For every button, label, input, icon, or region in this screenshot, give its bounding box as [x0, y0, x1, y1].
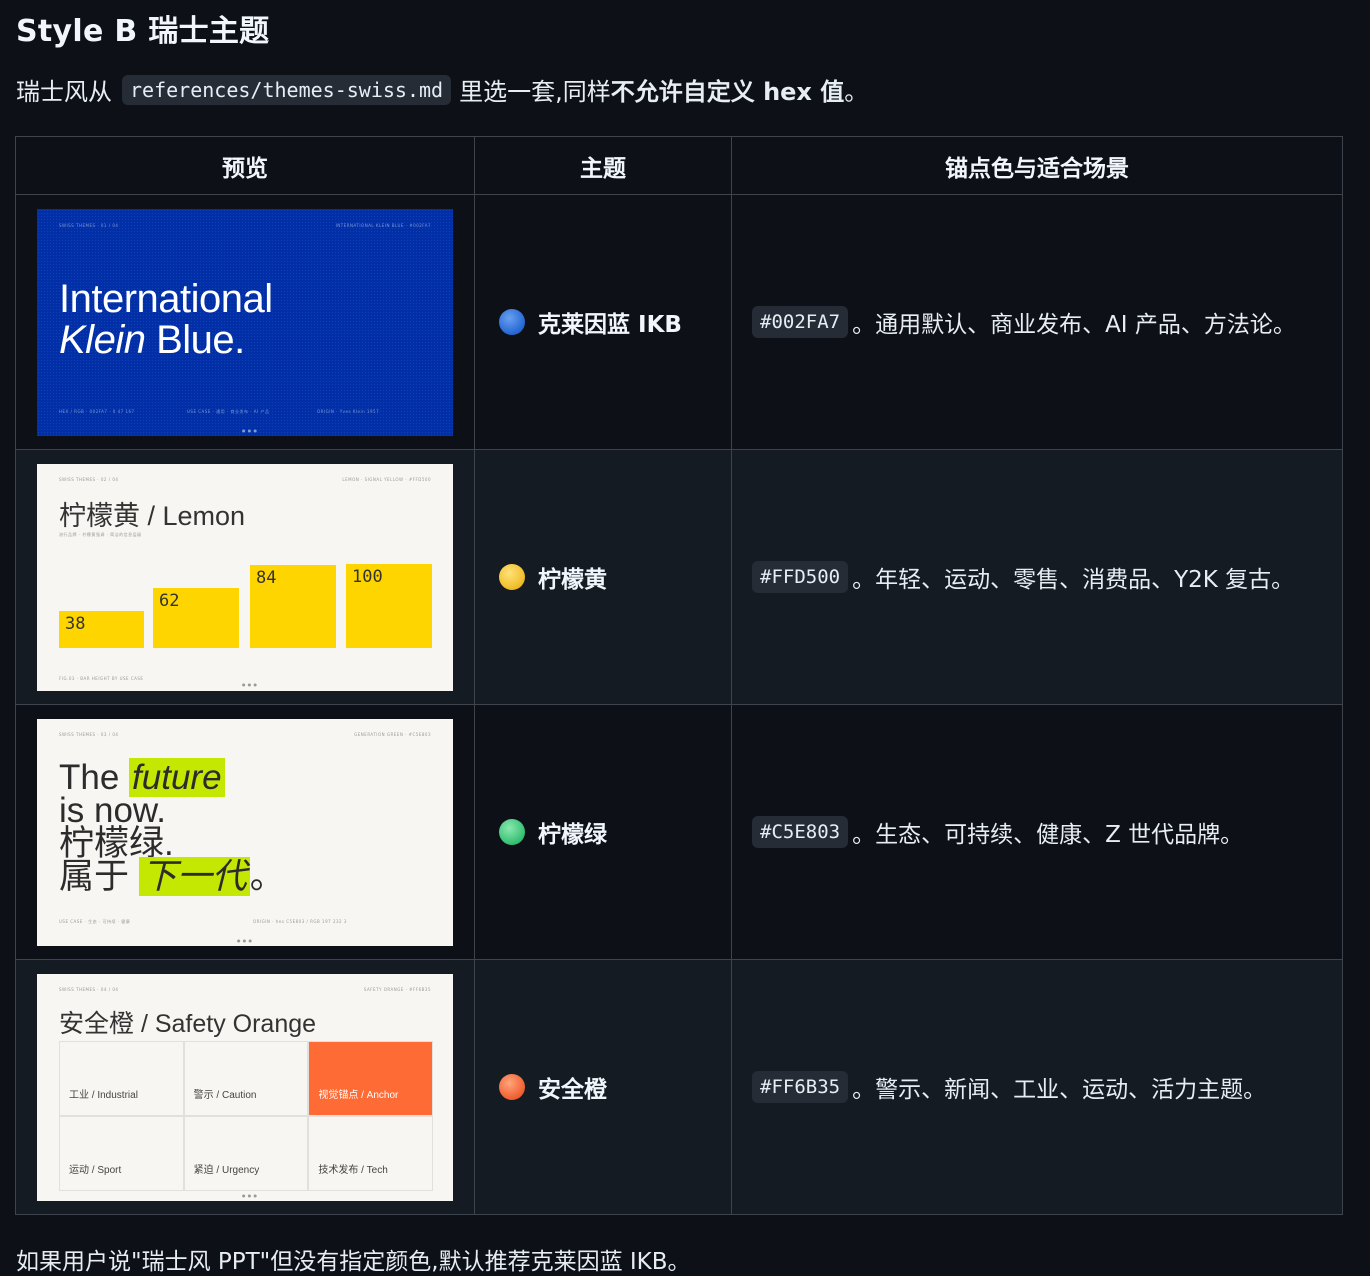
- grid-cell: 紧迫 / Urgency: [183, 1115, 309, 1191]
- orange-preview-pager: ● ● ●: [242, 1192, 258, 1198]
- preview-cell: SWISS THEMES · 01 / 04 INTERNATIONAL KLE…: [15, 194, 475, 450]
- preview-cell: SWISS THEMES · 02 / 04 LEMON · SIGNAL YE…: [15, 449, 475, 705]
- grid-cell: 运动 / Sport: [59, 1115, 184, 1191]
- grid-cell-label: 工业 / Industrial: [69, 1089, 138, 1101]
- lemon-bar-62: 62: [153, 587, 239, 648]
- ikb-preview-pager: ● ● ●: [242, 427, 258, 433]
- usage-text: 。警示、新闻、工业、运动、活力主题。: [852, 1077, 1267, 1103]
- hex-code: #002FA7: [752, 306, 849, 338]
- theme-name-cell: 柠檬绿: [474, 704, 732, 960]
- lime-preview-foot-1: USE CASE · 生态 · 可持续 · 健康: [59, 918, 131, 924]
- header-anchor-usage: 锚点色与适合场景: [731, 136, 1343, 195]
- grid-cell-label: 警示 / Caution: [193, 1089, 257, 1101]
- ikb-preview-foot-3: ORIGIN · Yves Klein 1957: [317, 408, 380, 414]
- ikb-preview-line1: International: [59, 276, 273, 321]
- orange-preview-meta-right: SAFETY ORANGE · #FF6B35: [363, 986, 431, 992]
- lemon-preview-meta: SWISS THEMES · 02 / 04: [59, 476, 119, 482]
- usage-text: 。年轻、运动、零售、消费品、Y2K 复古。: [852, 567, 1295, 593]
- usage-text: 。生态、可持续、健康、Z 世代品牌。: [852, 822, 1244, 848]
- theme-name: 柠檬绿: [538, 822, 607, 848]
- ikb-preview-blue: Blue.: [145, 317, 245, 362]
- anchor-usage-cell: #002FA7 。通用默认、商业发布、AI 产品、方法论。: [731, 194, 1343, 450]
- grid-cell-anchor: 视觉锚点 / Anchor: [308, 1040, 433, 1116]
- ikb-preview-headline: International Klein Blue.: [59, 276, 273, 362]
- anchor-usage-cell: #FFD500 。年轻、运动、零售、消费品、Y2K 复古。: [731, 449, 1343, 705]
- intro-text-before: 瑞士风从: [16, 78, 112, 106]
- header-preview: 预览: [15, 136, 475, 195]
- table-row: SWISS THEMES · 02 / 04 LEMON · SIGNAL YE…: [15, 449, 1343, 705]
- theme-name: 克莱因蓝 IKB: [538, 312, 682, 338]
- lime-preview-pager: ● ● ●: [237, 937, 253, 943]
- blue-circle-icon: [499, 309, 525, 335]
- hex-code: #C5E803: [752, 816, 849, 848]
- lemon-bar-38: 38: [59, 610, 144, 648]
- preview-cell: SWISS THEMES · 03 / 04 GENERATION GREEN …: [15, 704, 475, 960]
- intro-paragraph: 瑞士风从 references/themes-swiss.md 里选一套,同样 …: [16, 72, 868, 107]
- intro-text-end: 。: [844, 78, 869, 106]
- ikb-preview-klein: Klein: [59, 317, 146, 362]
- lemon-preview-image: SWISS THEMES · 02 / 04 LEMON · SIGNAL YE…: [37, 463, 453, 691]
- lime-word-end: 。: [249, 856, 285, 896]
- grid-cell-label: 视觉锚点 / Anchor: [318, 1089, 399, 1101]
- anchor-usage-cell: #FF6B35 。警示、新闻、工业、运动、活力主题。: [731, 959, 1343, 1215]
- grid-cell-label: 运动 / Sport: [69, 1164, 122, 1176]
- orange-preview-grid: 工业 / Industrial 警示 / Caution 视觉锚点 / Anch…: [59, 1040, 433, 1191]
- lime-word-belong: 属于: [59, 856, 139, 896]
- theme-name-cell: 柠檬黄: [474, 449, 732, 705]
- footer-paragraph: 如果用户说"瑞士风 PPT"但没有指定颜色,默认推荐克莱因蓝 IKB。: [16, 1249, 691, 1275]
- ikb-preview-meta: SWISS THEMES · 01 / 04: [59, 222, 119, 228]
- orange-preview-title: 安全橙 / Safety Orange: [59, 1009, 317, 1038]
- table-row: SWISS THEMES · 04 / 04 SAFETY ORANGE · #…: [15, 959, 1343, 1215]
- ikb-preview-line2: Klein Blue.: [59, 317, 273, 362]
- lemon-preview-sub: 流行品牌 · 柠檬黄强调 · 简洁的信息层级: [59, 531, 142, 537]
- theme-name-cell: 克莱因蓝 IKB: [474, 194, 732, 450]
- intro-code-path: references/themes-swiss.md: [122, 74, 452, 105]
- lime-word-isnow: is now.: [59, 790, 166, 830]
- lemon-bar-84: 84: [250, 564, 336, 648]
- intro-text-middle: 里选一套,同样: [459, 78, 611, 106]
- lime-preview-meta: SWISS THEMES · 03 / 04: [59, 731, 119, 737]
- hex-code: #FFD500: [752, 561, 849, 593]
- lemon-preview-meta-right: LEMON · SIGNAL YELLOW · #FFD500: [342, 476, 431, 482]
- ikb-preview-foot-2: USE CASE · 通用 · 商业发布 · AI 产品: [187, 408, 270, 414]
- theme-name-cell: 安全橙: [474, 959, 732, 1215]
- orange-preview-image: SWISS THEMES · 04 / 04 SAFETY ORANGE · #…: [37, 973, 453, 1201]
- ikb-preview-meta-right: INTERNATIONAL KLEIN BLUE · #002FA7: [335, 222, 431, 228]
- lemon-preview-foot: FIG.03 · BAR HEIGHT BY USE CASE: [59, 675, 144, 681]
- theme-name: 安全橙: [538, 1077, 607, 1103]
- lime-preview-meta-right: GENERATION GREEN · #C5E803: [354, 731, 431, 737]
- lime-preview-headline: The future is now. 柠檬绿. 属于 下一代。: [59, 757, 285, 896]
- grid-cell-label: 技术发布 / Tech: [318, 1164, 388, 1176]
- table-row: SWISS THEMES · 01 / 04 INTERNATIONAL KLE…: [15, 194, 1343, 450]
- lime-word-cn: 柠檬绿.: [59, 823, 174, 863]
- header-theme: 主题: [474, 136, 732, 195]
- ikb-preview-foot-1: HEX / RGB · 002FA7 · 0 47 167: [59, 408, 135, 414]
- yellow-circle-icon: [499, 564, 525, 590]
- anchor-usage-cell: #C5E803 。生态、可持续、健康、Z 世代品牌。: [731, 704, 1343, 960]
- intro-text-bold: 不允许自定义 hex 值: [610, 78, 845, 106]
- themes-table: 预览 主题 锚点色与适合场景 SWISS THEMES · 01 / 04 IN…: [15, 136, 1343, 1215]
- lemon-bar-100: 100: [346, 563, 432, 648]
- section-heading: Style B 瑞士主题: [16, 14, 270, 49]
- orange-preview-meta: SWISS THEMES · 04 / 04: [59, 986, 119, 992]
- ikb-preview-image: SWISS THEMES · 01 / 04 INTERNATIONAL KLE…: [37, 208, 453, 436]
- theme-name: 柠檬黄: [538, 567, 607, 593]
- orange-circle-icon: [499, 1074, 525, 1100]
- lemon-preview-title: 柠檬黄 / Lemon: [59, 500, 246, 531]
- preview-cell: SWISS THEMES · 04 / 04 SAFETY ORANGE · #…: [15, 959, 475, 1215]
- grid-cell: 技术发布 / Tech: [308, 1115, 433, 1191]
- table-row: SWISS THEMES · 03 / 04 GENERATION GREEN …: [15, 704, 1343, 960]
- hex-code: #FF6B35: [752, 1071, 849, 1103]
- grid-cell: 警示 / Caution: [183, 1040, 309, 1116]
- lime-preview-image: SWISS THEMES · 03 / 04 GENERATION GREEN …: [37, 718, 453, 946]
- green-circle-icon: [499, 819, 525, 845]
- lime-preview-foot-2: ORIGIN · hex C5E803 / RGB 197 232 3: [253, 918, 347, 924]
- grid-cell: 工业 / Industrial: [59, 1040, 184, 1116]
- lime-word-next: 下一代: [138, 856, 250, 896]
- usage-text: 。通用默认、商业发布、AI 产品、方法论。: [852, 312, 1296, 338]
- lemon-preview-pager: ● ● ●: [242, 681, 258, 687]
- table-header-row: 预览 主题 锚点色与适合场景: [15, 136, 1343, 195]
- grid-cell-label: 紧迫 / Urgency: [193, 1164, 260, 1176]
